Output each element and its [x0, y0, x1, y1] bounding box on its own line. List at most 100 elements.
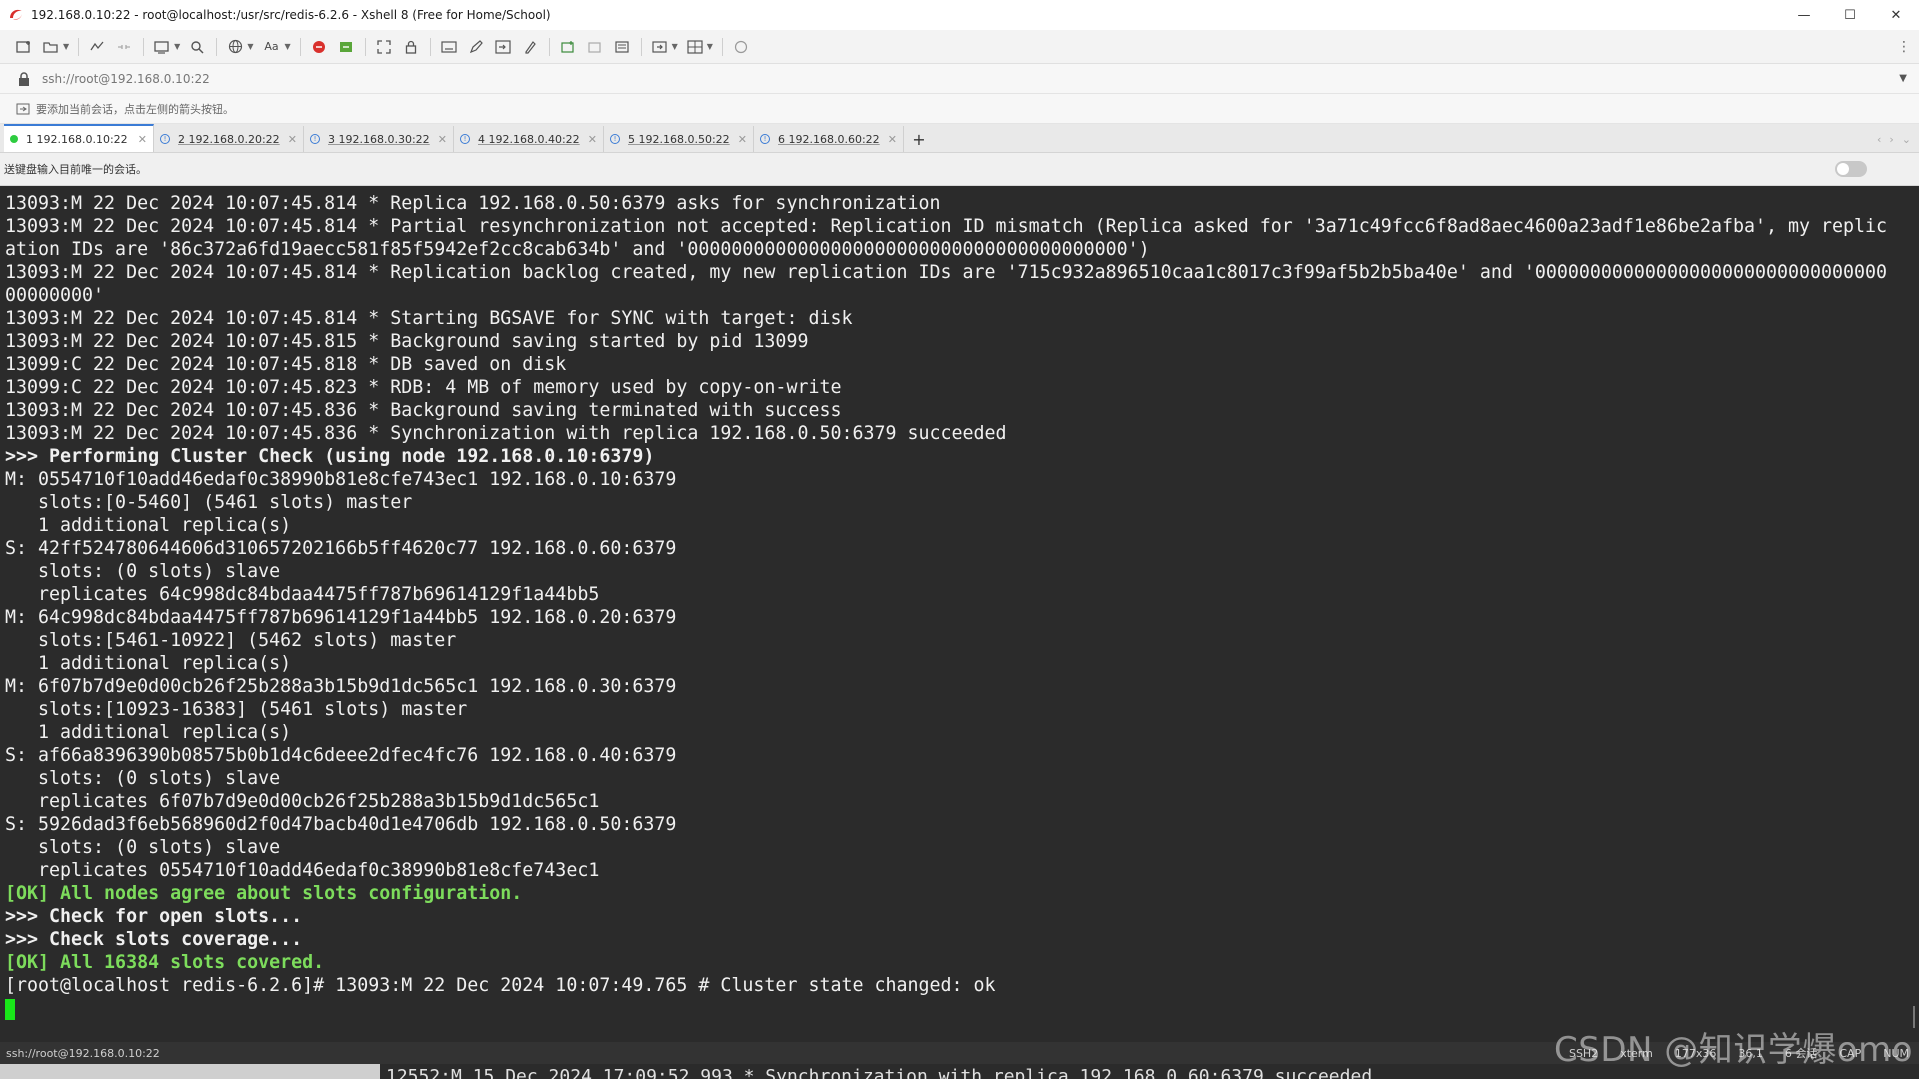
toolbar: ▼ ▼ ▼ Aa ▼ ▼ ▼ ⋮	[0, 30, 1919, 64]
toolbar-separator	[216, 37, 218, 56]
xftp-transfer-icon[interactable]	[336, 37, 356, 57]
reconnect-icon[interactable]	[87, 37, 107, 57]
add-tab-button[interactable]: +	[904, 126, 934, 152]
terminal-line: 1 additional replica(s)	[5, 722, 292, 743]
tab-prev-icon[interactable]: ‹	[1877, 133, 1881, 146]
tab-label: 6 192.168.0.60:22	[778, 132, 880, 146]
new-session-icon[interactable]	[14, 37, 34, 57]
info-status-icon: !	[610, 134, 620, 144]
info-status-icon: !	[310, 134, 320, 144]
close-tab-icon[interactable]: ✕	[288, 133, 297, 146]
tab-session-5[interactable]: ! 5 192.168.0.50:22 ✕	[604, 126, 754, 152]
terminal-line: 13093:M 22 Dec 2024 10:07:45.814 * Repli…	[5, 262, 1888, 283]
window-titlebar: 192.168.0.10:22 - root@localhost:/usr/sr…	[0, 0, 1919, 31]
address-url: ssh://root@192.168.0.10:22	[42, 71, 210, 86]
log-icon[interactable]	[612, 37, 632, 57]
globe-icon[interactable]	[225, 37, 245, 57]
encoding-dropdown-caret-icon[interactable]: ▼	[247, 42, 253, 51]
send-key-icon[interactable]	[493, 37, 513, 57]
terminal-prompt-line[interactable]	[5, 997, 1905, 1020]
tab-list-caret-icon[interactable]: ⌄	[1902, 133, 1911, 146]
info-status-icon: !	[460, 134, 470, 144]
open-folder-icon[interactable]	[41, 37, 61, 57]
tab-label: 1 192.168.0.10:22	[26, 132, 128, 146]
close-tab-icon[interactable]: ✕	[138, 133, 147, 146]
fullscreen-icon[interactable]	[374, 37, 394, 57]
layout-icon[interactable]	[685, 37, 705, 57]
terminal-line: ation IDs are '86c372a6fd19aecc581f85f59…	[5, 239, 1150, 260]
terminal-scrollbar[interactable]	[1905, 186, 1919, 1042]
close-tab-icon[interactable]: ✕	[438, 133, 447, 146]
clone-tab-icon[interactable]	[585, 37, 605, 57]
background-window-panel	[0, 1064, 380, 1079]
terminal-line: slots:[0-5460] (5461 slots) master	[5, 492, 413, 513]
open-dropdown-caret-icon[interactable]: ▼	[63, 42, 69, 51]
tab-session-2[interactable]: ! 2 192.168.0.20:22 ✕	[154, 126, 304, 152]
tab-session-4[interactable]: ! 4 192.168.0.40:22 ✕	[454, 126, 604, 152]
terminal-line: slots: (0 slots) slave	[5, 561, 281, 582]
new-tab-icon[interactable]	[558, 37, 578, 57]
close-tab-icon[interactable]: ✕	[888, 133, 897, 146]
add-session-arrow-icon[interactable]	[16, 103, 30, 115]
terminal-line: 13099:C 22 Dec 2024 10:07:45.818 * DB sa…	[5, 354, 567, 375]
search-icon[interactable]	[187, 37, 207, 57]
properties-icon[interactable]	[152, 37, 172, 57]
lock-icon	[19, 71, 29, 86]
terminal-line: slots: (0 slots) slave	[5, 837, 281, 858]
terminal-line: S: 5926dad3f6eb568960d2f0d47bacb40d1e470…	[5, 814, 677, 835]
tab-next-icon[interactable]: ›	[1889, 133, 1893, 146]
tab-session-1[interactable]: 1 192.168.0.10:22 ✕	[4, 124, 154, 152]
disconnect-icon[interactable]	[114, 37, 134, 57]
close-tab-icon[interactable]: ✕	[738, 133, 747, 146]
tab-session-6[interactable]: ! 6 192.168.0.60:22 ✕	[754, 126, 904, 152]
terminal-line: 13093:M 22 Dec 2024 10:07:45.836 * Synch…	[5, 423, 1007, 444]
session-hint-bar: 要添加当前会话，点击左侧的箭头按钮。	[0, 94, 1919, 124]
tab-session-3[interactable]: ! 3 192.168.0.30:22 ✕	[304, 126, 454, 152]
script-icon[interactable]	[520, 37, 540, 57]
toolbar-separator	[78, 37, 80, 56]
properties-dropdown-caret-icon[interactable]: ▼	[174, 42, 180, 51]
toolbar-separator	[299, 37, 301, 56]
terminal-line: [OK] All 16384 slots covered.	[5, 952, 325, 973]
chat-icon[interactable]	[731, 37, 751, 57]
xftp-icon[interactable]	[309, 37, 329, 57]
font-dropdown-caret-icon[interactable]: ▼	[284, 42, 290, 51]
terminal-line: >>> Check slots coverage...	[5, 929, 303, 950]
terminal-line: 13099:C 22 Dec 2024 10:07:45.823 * RDB: …	[5, 377, 842, 398]
send-to-all-toggle[interactable]	[1835, 161, 1867, 177]
transfer-icon[interactable]	[650, 37, 670, 57]
terminal-output[interactable]: 13093:M 22 Dec 2024 10:07:45.814 * Repli…	[0, 186, 1905, 1042]
xshell-logo-icon	[10, 9, 22, 20]
background-terminal-line: 12552:M 15 Dec 2024 17:09:52.993 * Synch…	[386, 1066, 1373, 1079]
lock-icon[interactable]	[401, 37, 421, 57]
maximize-button[interactable]: ☐	[1827, 0, 1873, 30]
terminal-line: 13093:M 22 Dec 2024 10:07:45.814 * Parti…	[5, 216, 1888, 237]
tab-label: 5 192.168.0.50:22	[628, 132, 730, 146]
scrollbar-thumb[interactable]	[1913, 1006, 1915, 1028]
toolbar-separator	[143, 37, 145, 56]
terminal-line: slots: (0 slots) slave	[5, 768, 281, 789]
layout-dropdown-caret-icon[interactable]: ▼	[707, 42, 713, 51]
address-bar[interactable]: ssh://root@192.168.0.10:22 ▼	[0, 64, 1919, 94]
send-input-bar[interactable]: 送键盘输入目前唯一的会话。	[0, 153, 1919, 186]
transfer-dropdown-caret-icon[interactable]: ▼	[672, 42, 678, 51]
toolbar-separator	[721, 37, 723, 56]
close-tab-icon[interactable]: ✕	[588, 133, 597, 146]
compose-icon[interactable]	[466, 37, 486, 57]
tab-label: 2 192.168.0.20:22	[178, 132, 280, 146]
watermark: CSDN @知识学爆omo	[1554, 1030, 1913, 1070]
toolbar-more-icon[interactable]: ⋮	[1897, 39, 1911, 55]
tab-navigation: ‹ › ⌄	[1869, 126, 1919, 152]
font-icon[interactable]: Aa	[260, 37, 282, 57]
terminal-line: [root@localhost redis-6.2.6]# 13093:M 22…	[5, 975, 996, 996]
terminal-line: replicates 0554710f10add46edaf0c38990b81…	[5, 860, 600, 881]
terminal-line: >>> Performing Cluster Check (using node…	[5, 446, 655, 467]
keyboard-icon[interactable]	[439, 37, 459, 57]
send-input-text: 送键盘输入目前唯一的会话。	[4, 163, 147, 176]
terminal-line: replicates 64c998dc84bdaa4475ff787b69614…	[5, 584, 600, 605]
close-window-button[interactable]: ✕	[1873, 0, 1919, 30]
address-dropdown-caret-icon[interactable]: ▼	[1899, 73, 1907, 84]
terminal-line: >>> Check for open slots...	[5, 906, 303, 927]
info-status-icon: !	[760, 134, 770, 144]
minimize-button[interactable]: —	[1781, 0, 1827, 30]
